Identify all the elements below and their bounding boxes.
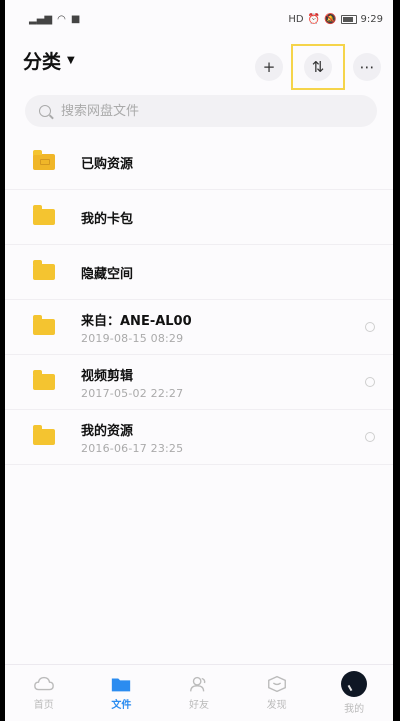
status-bar: ▂▄▆ ◠ ■ HD ⏰ 🔕 9:29 [5,0,393,38]
list-item[interactable]: 我的资源 2016-06-17 23:25 [5,410,393,465]
wifi-icon: ◠ [57,13,66,25]
item-name: 来自：ANE-AL00 [81,313,192,329]
item-date: 2017-05-02 22:27 [81,386,184,400]
purchased-folder-icon [33,150,55,170]
list-item[interactable]: 来自：ANE-AL00 2019-08-15 08:29 [5,300,393,355]
nav-label: 好友 [188,700,209,711]
sort-button-highlight[interactable]: ⇅ [291,44,345,90]
list-item[interactable]: 我的卡包 [5,190,393,245]
search-icon [39,105,51,117]
discover-icon [267,675,286,693]
item-date: 2016-06-17 23:25 [81,441,184,455]
item-name: 我的资源 [81,423,134,439]
avatar [341,671,368,697]
app-screen: ▂▄▆ ◠ ■ HD ⏰ 🔕 9:29 分类 ▼ + ⇅ ⋯ 搜索网盘文件 已购… [5,0,393,721]
page-header: 分类 ▼ + ⇅ ⋯ [5,38,393,90]
nav-discover[interactable]: 发现 [247,675,307,711]
caret-down-icon: ▼ [67,55,75,66]
hd-icon: HD [288,13,304,25]
add-button[interactable]: + [255,53,283,81]
file-list: 已购资源 我的卡包 隐藏空间 来自：ANE-AL00 2019-08-15 08… [5,135,393,465]
item-name: 视频剪辑 [81,368,134,384]
select-radio[interactable] [365,432,375,442]
signal-icon: ▂▄▆ [29,13,53,25]
folder-icon [33,425,55,445]
select-radio[interactable] [365,377,375,387]
list-item[interactable]: 已购资源 [5,135,393,190]
cloud-icon [33,676,54,691]
category-dropdown[interactable]: 分类 ▼ [23,47,75,74]
folder-icon [33,205,55,225]
status-right: HD ⏰ 🔕 9:29 [288,14,383,25]
folder-icon [33,260,55,280]
nav-files[interactable]: 文件 [91,675,151,711]
header-actions: + ⇅ ⋯ [255,44,381,90]
nav-label: 首页 [33,700,54,711]
status-left: ▂▄▆ ◠ ■ [29,14,80,25]
list-item[interactable]: 隐藏空间 [5,245,393,300]
nav-label: 文件 [111,700,132,711]
alarm-icon: ⏰ [307,13,321,25]
nav-me[interactable]: 我的 [324,671,384,715]
page-title: 分类 [23,51,62,73]
nav-home[interactable]: 首页 [14,675,74,711]
folder-icon [33,315,55,335]
bottom-nav: 首页 文件 好友 发现 我的 [5,664,393,721]
mute-icon: 🔕 [324,13,337,25]
search-bar[interactable] [25,95,377,127]
item-date: 2019-08-15 08:29 [81,331,184,345]
item-name: 隐藏空间 [81,266,134,282]
app-icon: ■ [70,13,81,25]
list-item[interactable]: 视频剪辑 2017-05-02 22:27 [5,355,393,410]
battery-icon [340,14,357,24]
nav-label: 我的 [344,704,365,715]
more-button[interactable]: ⋯ [353,53,381,81]
select-radio[interactable] [365,322,375,332]
folder-icon [112,678,131,692]
nav-friends[interactable]: 好友 [169,675,229,711]
sort-button[interactable]: ⇅ [304,53,332,81]
search-input[interactable] [59,102,323,120]
item-name: 我的卡包 [81,211,134,227]
nav-label: 发现 [266,700,287,711]
item-name: 已购资源 [81,156,134,172]
folder-icon [33,370,55,390]
status-time: 9:29 [360,13,383,25]
friends-icon [190,676,206,692]
